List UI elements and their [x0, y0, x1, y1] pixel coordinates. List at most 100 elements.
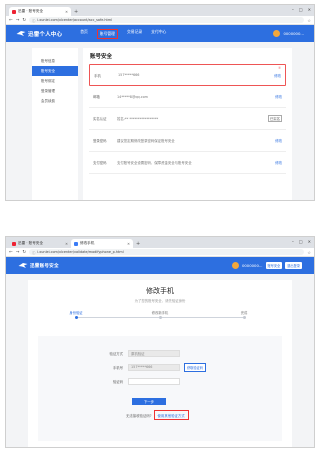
- minimize-icon[interactable]: –: [292, 7, 294, 12]
- row-label: 支付密码: [93, 161, 107, 165]
- site-favicon-icon: [12, 9, 16, 14]
- step-complete: 完成: [226, 310, 262, 319]
- row-value: 14*****8@qq.com: [117, 94, 148, 99]
- sidebar-item-account-security[interactable]: 账号安全: [32, 66, 78, 76]
- phone-field: 157*****666: [128, 363, 180, 371]
- browser-tab-account-security[interactable]: 迅雷 · 账号安全 ✕: [9, 239, 71, 248]
- row-label: 邮箱: [93, 95, 100, 99]
- logout-button[interactable]: 退出登录: [285, 262, 302, 269]
- next-step-button[interactable]: 下一步: [132, 398, 166, 405]
- step-verify-identity: 身份验证: [58, 310, 94, 319]
- form-row-phone: 手机号 157*****666 获取验证码: [38, 360, 282, 374]
- nav-home[interactable]: 首页: [80, 29, 88, 39]
- page-title: 账号安全: [90, 54, 113, 60]
- close-window-icon[interactable]: ✕: [308, 239, 311, 244]
- tab-close-icon[interactable]: ✕: [65, 10, 68, 14]
- row-label: 实名认证: [93, 117, 107, 121]
- reload-icon[interactable]: ↻: [22, 250, 26, 255]
- nav-account-management[interactable]: 账号管理 ①: [96, 28, 118, 41]
- browser-tab-bar: 迅雷 · 账号安全 ✕ 修改手机 ✕ + – □ ✕: [6, 237, 314, 248]
- nav-account-management-label: 账号管理: [99, 30, 115, 36]
- url-field[interactable]: ⓘ i.xunlei.com/xlcenter/account/acc_safe…: [29, 17, 305, 23]
- sidebar-item-login-management[interactable]: 登录管理: [32, 86, 78, 96]
- field-label: 手机号: [112, 365, 123, 370]
- minimize-icon[interactable]: –: [292, 239, 294, 244]
- verification-form: 验证方式 原机验证 手机号 157*****666 获取验证码 验证码 下一步 …: [38, 336, 282, 441]
- user-menu: 0000000... 账号安全 退出登录: [231, 262, 302, 269]
- info-icon: ⓘ: [32, 250, 36, 255]
- new-tab-icon[interactable]: +: [74, 9, 78, 15]
- row-label: 登录密码: [93, 139, 107, 143]
- step-label: 身份验证: [69, 311, 83, 315]
- sidebar-item-membership-renewal[interactable]: 会员续费: [32, 96, 78, 106]
- browser-window-account-security: 迅雷 · 账号安全 ✕ + – □ ✕ ← → ↻ ⓘ i.xunlei.com…: [5, 4, 315, 201]
- avatar: [231, 262, 239, 269]
- address-bar: ← → ↻ ⓘ i.xunlei.com/xlcenter/validate/m…: [6, 248, 314, 257]
- sidebar-item-account-info[interactable]: 账号信息: [32, 56, 78, 66]
- nav-transactions[interactable]: 交易记录: [127, 29, 142, 39]
- row-value: 支付账号安全设置密码，保障资金安全与账号安全: [117, 161, 192, 165]
- step-dot: [158, 315, 162, 319]
- nav-payment-center[interactable]: 支付中心: [151, 29, 166, 39]
- site-logo[interactable]: 迅雷账号安全: [18, 262, 59, 269]
- site-header: 迅雷账号安全 0000000... 账号安全 退出登录: [6, 257, 314, 274]
- security-panel: 账号安全 手机 157*****666 修改 ② 邮箱 14*****8@qq.…: [83, 48, 292, 200]
- step-label: 修改新手机: [151, 311, 169, 315]
- modify-login-password-link[interactable]: 修改: [275, 138, 282, 143]
- other-method-label: 无法接收验证码?: [126, 413, 152, 418]
- logo-text: 迅雷个人中心: [28, 31, 63, 38]
- back-icon[interactable]: ←: [9, 18, 13, 23]
- other-method-link[interactable]: 使用其他验证方式: [153, 410, 189, 420]
- browser-tab-modify-phone[interactable]: 修改手机 ✕: [71, 239, 133, 248]
- star-icon[interactable]: ☆: [307, 18, 311, 23]
- field-label: 验证方式: [109, 351, 123, 356]
- site-favicon-icon: [12, 241, 16, 246]
- page-title: 修改手机: [146, 287, 174, 295]
- page-content: 账号信息 账号安全 账号绑定 登录管理 会员续费 账号安全 手机 157****…: [6, 42, 314, 200]
- reload-icon[interactable]: ↻: [22, 18, 26, 23]
- security-row-real-name: 实名认证 姓名:** ***************** 已实名: [89, 108, 286, 130]
- maximize-icon[interactable]: □: [299, 239, 303, 244]
- maximize-icon[interactable]: □: [299, 7, 303, 12]
- browser-tab[interactable]: 迅雷 · 账号安全 ✕: [9, 7, 71, 16]
- step-dot: [242, 315, 246, 319]
- browser-tab-bar: 迅雷 · 账号安全 ✕ + – □ ✕: [6, 5, 314, 16]
- user-menu[interactable]: 0000000...: [273, 30, 304, 37]
- tab-title: 迅雷 · 账号安全: [18, 241, 43, 245]
- get-code-button[interactable]: 获取验证码: [184, 362, 206, 372]
- form-row-code: 验证码: [38, 374, 282, 388]
- security-row-email: 邮箱 14*****8@qq.com 修改: [89, 86, 286, 108]
- window-controls: – □ ✕: [292, 239, 311, 244]
- step-new-phone: 修改新手机: [142, 310, 178, 319]
- forward-icon[interactable]: →: [16, 18, 20, 23]
- forward-icon[interactable]: →: [16, 250, 20, 255]
- tab-title: 迅雷 · 账号安全: [18, 9, 43, 13]
- field-label: 验证码: [112, 379, 123, 384]
- username: 0000000...: [283, 31, 304, 36]
- row-value: 建议您定期修改登录密码保证账号安全: [117, 139, 175, 143]
- sidebar-item-account-binding[interactable]: 账号绑定: [32, 76, 78, 86]
- account-security-button[interactable]: 账号安全: [265, 262, 283, 269]
- back-icon[interactable]: ←: [9, 250, 13, 255]
- security-row-payment-password: 支付密码 支付账号安全设置密码，保障资金安全与账号安全 修改: [89, 152, 286, 174]
- username[interactable]: 0000000...: [242, 263, 263, 268]
- close-window-icon[interactable]: ✕: [308, 7, 311, 12]
- verify-method-select[interactable]: 原机验证: [128, 349, 180, 357]
- step-label: 完成: [240, 311, 248, 315]
- tab-close-icon[interactable]: ✕: [65, 242, 68, 246]
- sidebar: 账号信息 账号安全 账号绑定 登录管理 会员续费: [32, 48, 78, 200]
- new-tab-icon[interactable]: +: [136, 241, 140, 247]
- url-field[interactable]: ⓘ i.xunlei.com/xlcenter/validate/modifyp…: [29, 249, 305, 255]
- modify-payment-password-link[interactable]: 修改: [275, 160, 282, 165]
- window-controls: – □ ✕: [292, 7, 311, 12]
- site-logo[interactable]: 迅雷个人中心: [16, 30, 62, 38]
- modify-phone-card: 修改手机 为了您的账号安全，请先验证身份 身份验证 修改新手机 完成 验证方式 …: [28, 280, 292, 447]
- star-icon[interactable]: ☆: [307, 250, 311, 255]
- modify-phone-link[interactable]: 修改: [274, 73, 281, 78]
- verification-code-input[interactable]: [128, 377, 180, 385]
- site-header: 迅雷个人中心 首页 账号管理 ① 交易记录 支付中心 0000000...: [6, 25, 314, 42]
- modify-email-link[interactable]: 修改: [275, 94, 282, 99]
- info-icon: ⓘ: [32, 18, 36, 23]
- address-bar: ← → ↻ ⓘ i.xunlei.com/xlcenter/account/ac…: [6, 16, 314, 25]
- tab-close-icon[interactable]: ✕: [127, 242, 130, 246]
